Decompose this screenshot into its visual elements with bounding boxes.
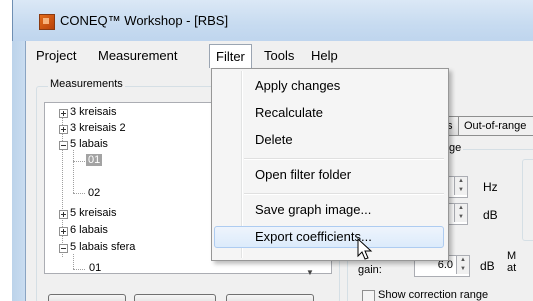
hz-unit: Hz <box>483 180 498 194</box>
window-frame <box>12 0 26 301</box>
tree-item[interactable]: 5 labais sfera <box>70 241 135 253</box>
tree-item[interactable]: 5 kreisais <box>70 207 116 219</box>
collapse-icon[interactable] <box>59 244 68 253</box>
menu-help[interactable]: Help <box>311 48 338 63</box>
filter-menu: Apply changes Recalculate Delete Open fi… <box>211 68 449 261</box>
window-title: CONEQ™ Workshop - [RBS] <box>60 13 229 28</box>
menu-item-delete[interactable]: Delete <box>214 129 444 151</box>
app-icon[interactable] <box>39 14 55 30</box>
bottom-button[interactable] <box>226 294 314 301</box>
range-group-label: ge <box>447 142 464 154</box>
spin-down-icon[interactable]: ▼ <box>454 186 467 195</box>
tree-item-selected[interactable]: 01 <box>86 154 103 166</box>
tree-connector-line <box>73 269 85 270</box>
tree-item[interactable]: 5 labais <box>70 138 108 150</box>
menu-item-export-coefficients[interactable]: Export coefficients... <box>214 226 444 248</box>
show-correction-label: Show correction range <box>378 289 489 301</box>
spin-up-icon[interactable]: ▲ <box>456 256 469 265</box>
db-unit: dB <box>483 208 498 222</box>
tree-connector-line <box>73 150 74 193</box>
tree-item[interactable]: 01 <box>89 262 101 274</box>
menu-item-open-filter-folder[interactable]: Open filter folder <box>214 164 444 186</box>
menu-item-apply-changes[interactable]: Apply changes <box>214 75 444 97</box>
menu-filter[interactable]: Filter <box>209 44 252 68</box>
measurements-group-label: Measurements <box>48 78 125 90</box>
menu-bar: Project Measurement Filter Tools Help <box>26 41 533 69</box>
spin-down-icon[interactable]: ▼ <box>454 213 467 222</box>
collapse-icon[interactable] <box>59 141 68 150</box>
menu-separator <box>244 158 444 160</box>
max-gain-unit: dB <box>480 259 495 273</box>
expand-icon[interactable] <box>59 125 68 134</box>
tree-connector-line <box>73 193 85 194</box>
tree-item[interactable]: 3 kreisais <box>70 106 116 118</box>
expand-icon[interactable] <box>59 227 68 236</box>
side-group <box>522 159 533 241</box>
menu-item-save-graph-image[interactable]: Save graph image... <box>214 199 444 221</box>
menu-project[interactable]: Project <box>36 48 76 63</box>
bottom-button[interactable] <box>48 294 126 301</box>
right-cut-label: at <box>507 262 517 274</box>
spin-down-icon[interactable]: ▼ <box>456 265 469 274</box>
tree-item[interactable]: 02 <box>88 187 100 199</box>
menu-measurement[interactable]: Measurement <box>98 48 177 63</box>
tree-connector-line <box>73 161 85 162</box>
right-cut-label: M <box>507 250 517 262</box>
menu-item-recalculate[interactable]: Recalculate <box>214 102 444 124</box>
app-window: CONEQ™ Workshop - [RBS] Project Measurem… <box>0 0 533 301</box>
spin-up-icon[interactable]: ▲ <box>454 177 467 186</box>
tree-connector-line <box>73 254 74 269</box>
mouse-pointer-icon <box>357 238 373 260</box>
show-correction-checkbox[interactable] <box>362 290 375 301</box>
bottom-button[interactable] <box>134 294 216 301</box>
tree-item[interactable]: 3 kreisais 2 <box>70 122 126 134</box>
expand-icon[interactable] <box>59 210 68 219</box>
spin-up-icon[interactable]: ▲ <box>454 204 467 213</box>
title-bar[interactable]: CONEQ™ Workshop - [RBS] <box>12 0 533 41</box>
scroll-down-icon[interactable]: ▼ <box>306 268 314 277</box>
tree-item[interactable]: 6 labais <box>70 224 108 236</box>
menu-tools[interactable]: Tools <box>264 48 294 63</box>
tab-out-of-range[interactable]: Out-of-range <box>458 116 533 136</box>
menu-separator <box>244 193 444 195</box>
expand-icon[interactable] <box>59 109 68 118</box>
